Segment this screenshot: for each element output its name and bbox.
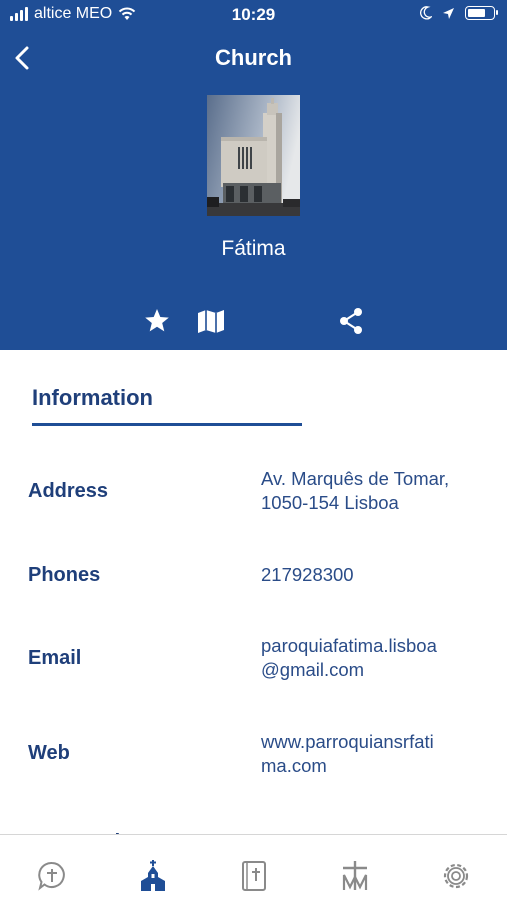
email-label: Email — [28, 647, 82, 669]
tab-marian[interactable] — [339, 859, 371, 893]
phones-value[interactable]: 217928300 — [261, 563, 491, 587]
battery-icon — [465, 6, 498, 20]
bottom-tab-bar — [0, 834, 507, 900]
church-photo — [207, 95, 300, 216]
share-button[interactable] — [337, 306, 365, 336]
email-line-2: @gmail.com — [261, 659, 365, 680]
address-line-1: Av. Marquês de Tomar, — [261, 468, 450, 489]
star-icon — [145, 309, 169, 332]
tab-churches[interactable] — [137, 859, 169, 893]
email-line-1: paroquiafatima.lisboa — [261, 635, 437, 656]
moon-icon — [420, 6, 432, 20]
navigation-bar: Church — [0, 34, 507, 82]
page-title: Church — [215, 45, 292, 70]
tab-active-indicator — [32, 423, 302, 426]
web-label: Web — [28, 742, 70, 764]
address-line-2: 1050-154 Lisboa — [261, 492, 399, 513]
tab-settings[interactable] — [440, 859, 472, 893]
address-label: Address — [28, 480, 109, 502]
web-line-1: www.parroquiansrfati — [261, 731, 434, 752]
share-icon — [340, 308, 362, 334]
status-bar: altice MEO 10:29 — [0, 0, 507, 30]
email-value[interactable]: paroquiafatima.lisboa @gmail.com — [261, 634, 491, 682]
settings-gear-icon — [443, 863, 469, 889]
prayer-bubble-icon — [38, 861, 65, 891]
community-label: Community — [28, 824, 138, 834]
address-value[interactable]: Av. Marquês de Tomar, 1050-154 Lisboa — [261, 467, 491, 515]
bible-icon — [242, 861, 266, 891]
map-button[interactable] — [196, 306, 226, 336]
cross-monogram-icon — [342, 861, 368, 890]
church-building-image — [207, 95, 300, 216]
tab-bible[interactable] — [238, 859, 270, 893]
location-arrow-icon — [443, 7, 454, 19]
favorite-button[interactable] — [143, 306, 171, 336]
battery-level — [468, 9, 485, 17]
church-header: altice MEO 10:29 Church Fátima — [0, 0, 507, 350]
church-name: Fátima — [221, 237, 286, 260]
tab-information[interactable]: Information — [32, 385, 153, 411]
web-value[interactable]: www.parroquiansrfati ma.com — [261, 730, 491, 778]
church-icon — [141, 860, 165, 891]
map-icon — [198, 310, 224, 333]
web-line-2: ma.com — [261, 755, 327, 776]
status-right — [420, 6, 498, 20]
tab-prayers[interactable] — [36, 859, 68, 893]
phones-label: Phones — [28, 564, 101, 586]
